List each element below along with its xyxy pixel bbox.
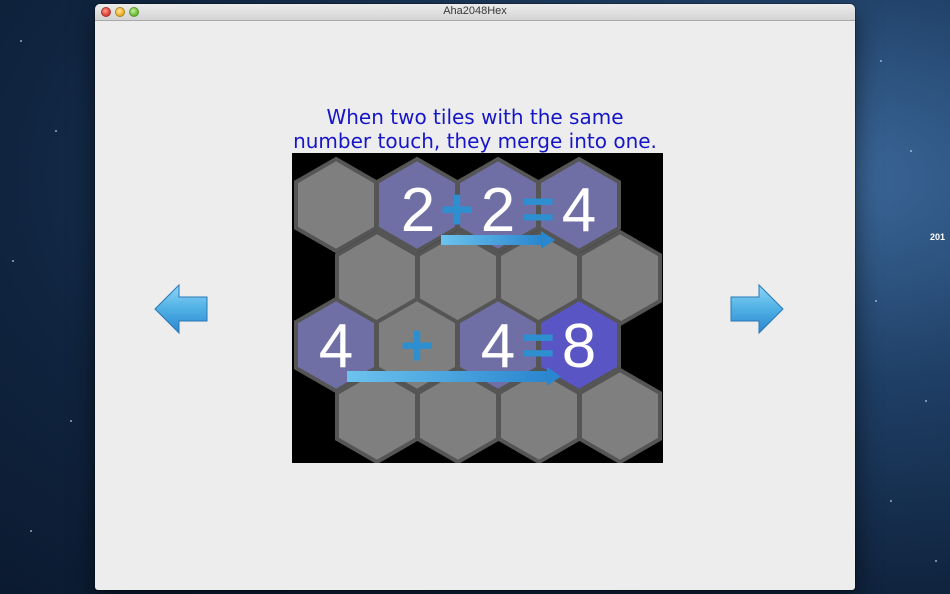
eq1-equals-sign: = (521, 177, 555, 242)
eq2-plus-sign: + (400, 313, 434, 378)
eq2-equals-sign: = (521, 313, 555, 378)
hex-tile-empty (335, 367, 419, 465)
previous-page-button[interactable] (153, 283, 209, 335)
hex-tile-empty (497, 367, 581, 465)
left-arrow-icon (154, 283, 208, 335)
eq1-operand-b: 2 (481, 176, 515, 245)
hex-tile-empty (416, 367, 500, 465)
eq2-operand-b: 4 (481, 312, 515, 381)
eq2-operand-a: 4 (319, 312, 353, 381)
tutorial-page: When two tiles with the same number touc… (95, 21, 855, 590)
app-window: Aha2048Hex When two tiles with the same … (95, 4, 855, 590)
window-title: Aha2048Hex (443, 5, 507, 17)
hex-board-illustration: 2 + 2 = 4 4 + 4 = 8 (292, 153, 663, 465)
title-bar[interactable]: Aha2048Hex (95, 4, 855, 21)
eq1-operand-a: 2 (401, 176, 435, 245)
eq1-result: 4 (562, 176, 596, 245)
desktop-clipped-label: 201 (930, 232, 946, 242)
eq2-result: 8 (562, 312, 596, 381)
instruction-line-1: When two tiles with the same (326, 105, 624, 129)
eq1-plus-sign: + (440, 177, 474, 242)
tutorial-instruction: When two tiles with the same number touc… (245, 105, 705, 153)
hex-board-svg: 2 + 2 = 4 4 + 4 = 8 (294, 156, 662, 465)
hex-tile-empty (578, 367, 662, 465)
right-arrow-icon (730, 283, 784, 335)
instruction-line-2: number touch, they merge into one. (293, 129, 657, 153)
next-page-button[interactable] (729, 283, 785, 335)
